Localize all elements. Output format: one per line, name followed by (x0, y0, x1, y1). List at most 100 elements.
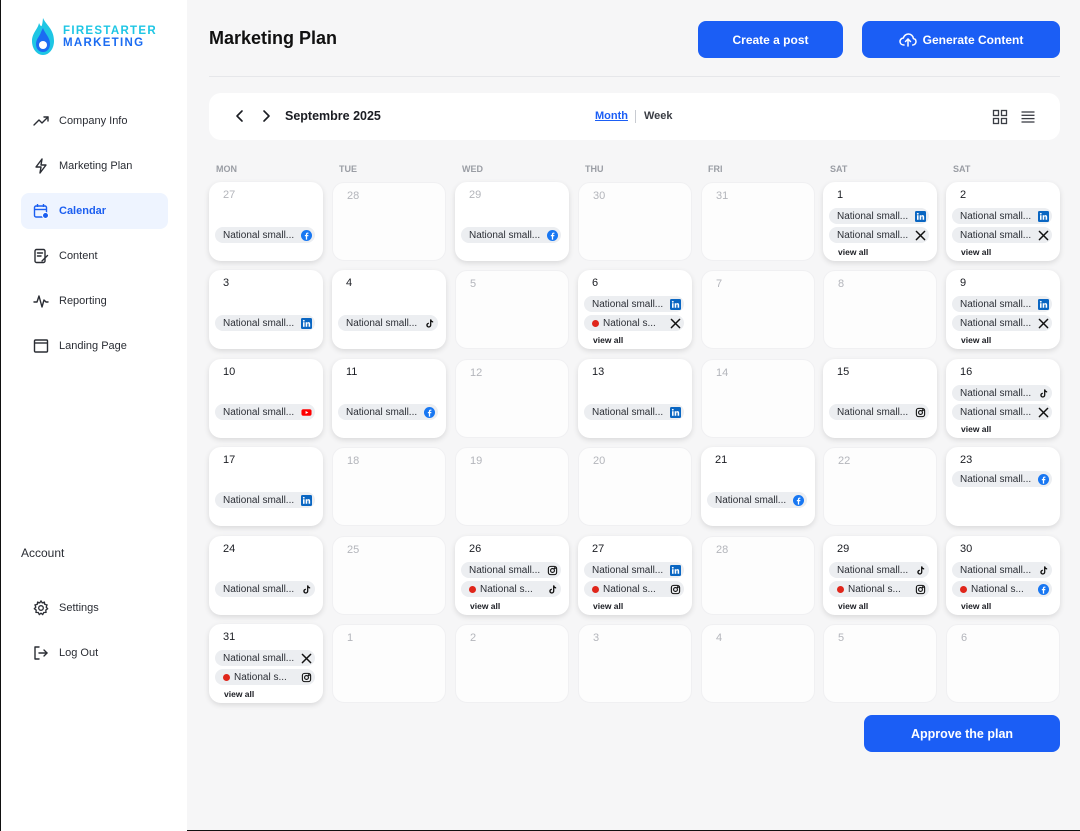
event-chip[interactable]: National s... (461, 581, 561, 597)
calendar-day-cell[interactable]: 28 (701, 536, 815, 615)
calendar-day-cell[interactable]: 4 (701, 624, 815, 703)
calendar-day-cell[interactable]: 15 National small... (823, 359, 937, 438)
event-chip[interactable]: National s... (584, 581, 684, 597)
calendar-day-cell[interactable]: 20 (578, 447, 692, 526)
view-all-link[interactable]: view all (838, 601, 868, 611)
calendar-day-cell[interactable]: 1 (332, 624, 446, 703)
event-chip[interactable]: National small... (707, 492, 807, 508)
sidebar-item-calendar[interactable]: Calendar (21, 193, 168, 229)
event-chip[interactable]: National small... (829, 227, 929, 243)
event-chip[interactable]: National small... (829, 208, 929, 224)
calendar-day-cell[interactable]: 30 (578, 182, 692, 261)
calendar-day-cell[interactable]: 5 (823, 624, 937, 703)
calendar-day-cell[interactable]: 19 (455, 447, 569, 526)
view-all-link[interactable]: view all (961, 424, 991, 434)
event-chip[interactable]: National small... (952, 208, 1052, 224)
event-chip[interactable]: National s... (584, 315, 684, 331)
calendar-day-cell[interactable]: 1 National small... National small... view … (823, 182, 937, 261)
calendar-day-cell[interactable]: 12 (455, 359, 569, 438)
calendar-day-cell[interactable]: 3 (578, 624, 692, 703)
event-chip[interactable]: National s... (829, 581, 929, 597)
calendar-day-cell[interactable]: 28 (332, 182, 446, 261)
calendar-day-cell[interactable]: 9 National small... National small... view … (946, 270, 1060, 349)
view-month-tab[interactable]: Month (595, 110, 628, 122)
calendar-day-cell[interactable]: 23 National small... (946, 447, 1060, 526)
event-chip[interactable]: National small... (215, 404, 315, 420)
sidebar-item-company-info[interactable]: Company Info (21, 103, 168, 139)
calendar-day-cell[interactable]: 18 (332, 447, 446, 526)
event-chip[interactable]: National s... (215, 669, 315, 685)
event-chip[interactable]: National small... (829, 562, 929, 578)
sidebar-item-landing-page[interactable]: Landing Page (21, 328, 168, 364)
calendar-day-cell[interactable]: 14 (701, 359, 815, 438)
view-all-link[interactable]: view all (961, 601, 991, 611)
calendar-day-cell[interactable]: 21 National small... (701, 447, 815, 526)
sidebar-item-content[interactable]: Content (21, 238, 168, 274)
event-chip[interactable]: National small... (215, 227, 315, 243)
list-view-icon[interactable] (1020, 109, 1036, 125)
calendar-day-cell[interactable]: 3 National small... (209, 270, 323, 349)
event-chip[interactable]: National s... (952, 581, 1052, 597)
calendar-day-cell[interactable]: 16 National small... National small... view… (946, 359, 1060, 438)
event-chip[interactable]: National small... (952, 471, 1052, 487)
approve-plan-button[interactable]: Approve the plan (864, 715, 1060, 752)
calendar-day-cell[interactable]: 26 National small... National s... view all (455, 536, 569, 615)
generate-content-button[interactable]: Generate Content (862, 21, 1060, 58)
view-all-link[interactable]: view all (961, 247, 991, 257)
event-chip[interactable]: National small... (952, 227, 1052, 243)
event-chip[interactable]: National small... (952, 562, 1052, 578)
event-chip[interactable]: National small... (461, 562, 561, 578)
event-chip[interactable]: National small... (829, 404, 929, 420)
calendar-day-cell[interactable]: 7 (701, 270, 815, 349)
sidebar-item-settings[interactable]: Settings (21, 590, 168, 626)
view-all-link[interactable]: view all (593, 601, 623, 611)
prev-month-button[interactable] (232, 108, 248, 124)
calendar-day-cell[interactable]: 22 (823, 447, 937, 526)
view-all-link[interactable]: view all (961, 335, 991, 345)
event-chip[interactable]: National small... (215, 315, 315, 331)
grid-view-icon[interactable] (992, 109, 1008, 125)
sidebar-item-reporting[interactable]: Reporting (21, 283, 168, 319)
calendar-day-cell[interactable]: 31 (701, 182, 815, 261)
calendar-day-cell[interactable]: 31 National small... National s... view all (209, 624, 323, 703)
calendar-day-cell[interactable]: 6 (946, 624, 1060, 703)
view-all-link[interactable]: view all (593, 335, 623, 345)
event-chip[interactable]: National small... (584, 404, 684, 420)
calendar-day-cell[interactable]: 5 (455, 270, 569, 349)
calendar-day-cell[interactable]: 2 (455, 624, 569, 703)
event-chip[interactable]: National small... (215, 581, 315, 597)
event-chip[interactable]: National small... (952, 296, 1052, 312)
view-week-tab[interactable]: Week (644, 110, 673, 122)
calendar-day-cell[interactable]: 25 (332, 536, 446, 615)
calendar-day-cell[interactable]: 17 National small... (209, 447, 323, 526)
event-chip[interactable]: National small... (584, 562, 684, 578)
calendar-day-cell[interactable]: 4 National small... (332, 270, 446, 349)
event-chip[interactable]: National small... (215, 650, 315, 666)
view-all-link[interactable]: view all (224, 689, 254, 699)
calendar-day-cell[interactable]: 27 National small... (209, 182, 323, 261)
calendar-day-cell[interactable]: 2 National small... National small... view … (946, 182, 1060, 261)
create-post-button[interactable]: Create a post (698, 21, 843, 58)
event-chip[interactable]: National small... (461, 227, 561, 243)
calendar-day-cell[interactable]: 11 National small... (332, 359, 446, 438)
next-month-button[interactable] (258, 108, 274, 124)
calendar-day-cell[interactable]: 6 National small... National s... view all (578, 270, 692, 349)
event-chip[interactable]: National small... (952, 385, 1052, 401)
event-chip[interactable]: National small... (584, 296, 684, 312)
view-all-link[interactable]: view all (838, 247, 868, 257)
event-chip[interactable]: National small... (338, 404, 438, 420)
brand-logo[interactable]: FIRESTARTER MARKETING (28, 16, 157, 58)
calendar-day-cell[interactable]: 8 (823, 270, 937, 349)
event-chip[interactable]: National small... (338, 315, 438, 331)
calendar-day-cell[interactable]: 29 National small... National s... view all (823, 536, 937, 615)
calendar-day-cell[interactable]: 30 National small... National s... view all (946, 536, 1060, 615)
view-all-link[interactable]: view all (470, 601, 500, 611)
calendar-day-cell[interactable]: 13 National small... (578, 359, 692, 438)
event-chip[interactable]: National small... (215, 492, 315, 508)
sidebar-item-marketing-plan[interactable]: Marketing Plan (21, 148, 168, 184)
sidebar-item-logout[interactable]: Log Out (21, 635, 168, 671)
event-chip[interactable]: National small... (952, 404, 1052, 420)
calendar-day-cell[interactable]: 24 National small... (209, 536, 323, 615)
calendar-day-cell[interactable]: 10 National small... (209, 359, 323, 438)
calendar-day-cell[interactable]: 29 National small... (455, 182, 569, 261)
